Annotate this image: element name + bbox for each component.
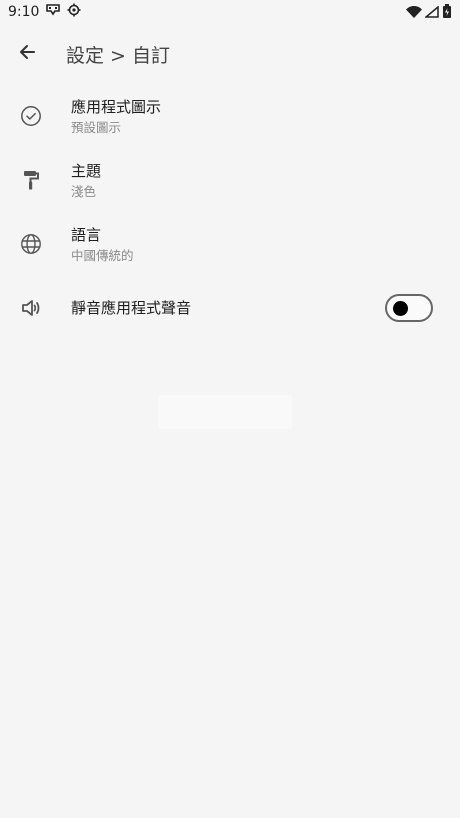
setting-value: 中國傳統的: [71, 247, 134, 263]
setting-label: 應用程式圖示: [71, 97, 162, 116]
paint-roller-icon: [18, 167, 44, 193]
status-bar: 9:10: [0, 0, 460, 24]
cellular-icon: [423, 3, 439, 22]
faded-overlay: [158, 395, 292, 429]
setting-label: 語言: [71, 225, 102, 244]
gear-icon: [67, 3, 81, 21]
setting-value: 預設圖示: [71, 119, 122, 135]
game-controller-icon: [45, 3, 61, 21]
battery-icon: [442, 3, 452, 22]
setting-value: 淺色: [71, 183, 97, 199]
back-button[interactable]: [7, 34, 47, 74]
page-title: 設定 > 自訂: [66, 44, 170, 67]
setting-language[interactable]: 語言 中國傳統的: [0, 212, 460, 276]
speaker-icon: [18, 295, 44, 321]
settings-list: 應用程式圖示 預設圖示 主題 淺色 語言 中國傳統的 靜音應用程式聲音: [0, 84, 460, 340]
globe-icon: [18, 231, 44, 257]
app-bar: 設定 > 自訂: [0, 30, 460, 78]
mute-toggle-switch[interactable]: [385, 294, 433, 322]
check-circle-icon: [18, 103, 44, 129]
setting-mute-sounds[interactable]: 靜音應用程式聲音: [0, 276, 460, 340]
status-right: [406, 3, 452, 22]
status-left: 9:10: [8, 3, 81, 21]
setting-label: 靜音應用程式聲音: [71, 299, 192, 317]
setting-theme[interactable]: 主題 淺色: [0, 148, 460, 212]
setting-texts: 應用程式圖示 預設圖示: [71, 96, 161, 137]
arrow-back-icon: [17, 42, 37, 66]
setting-texts: 主題 淺色: [71, 160, 101, 201]
setting-label: 主題: [71, 161, 102, 180]
setting-texts: 靜音應用程式聲音: [71, 297, 191, 319]
setting-app-icon[interactable]: 應用程式圖示 預設圖示: [0, 84, 460, 148]
switch-knob: [393, 301, 408, 316]
status-time: 9:10: [8, 4, 40, 20]
wifi-icon: [406, 3, 422, 22]
setting-texts: 語言 中國傳統的: [71, 224, 134, 265]
